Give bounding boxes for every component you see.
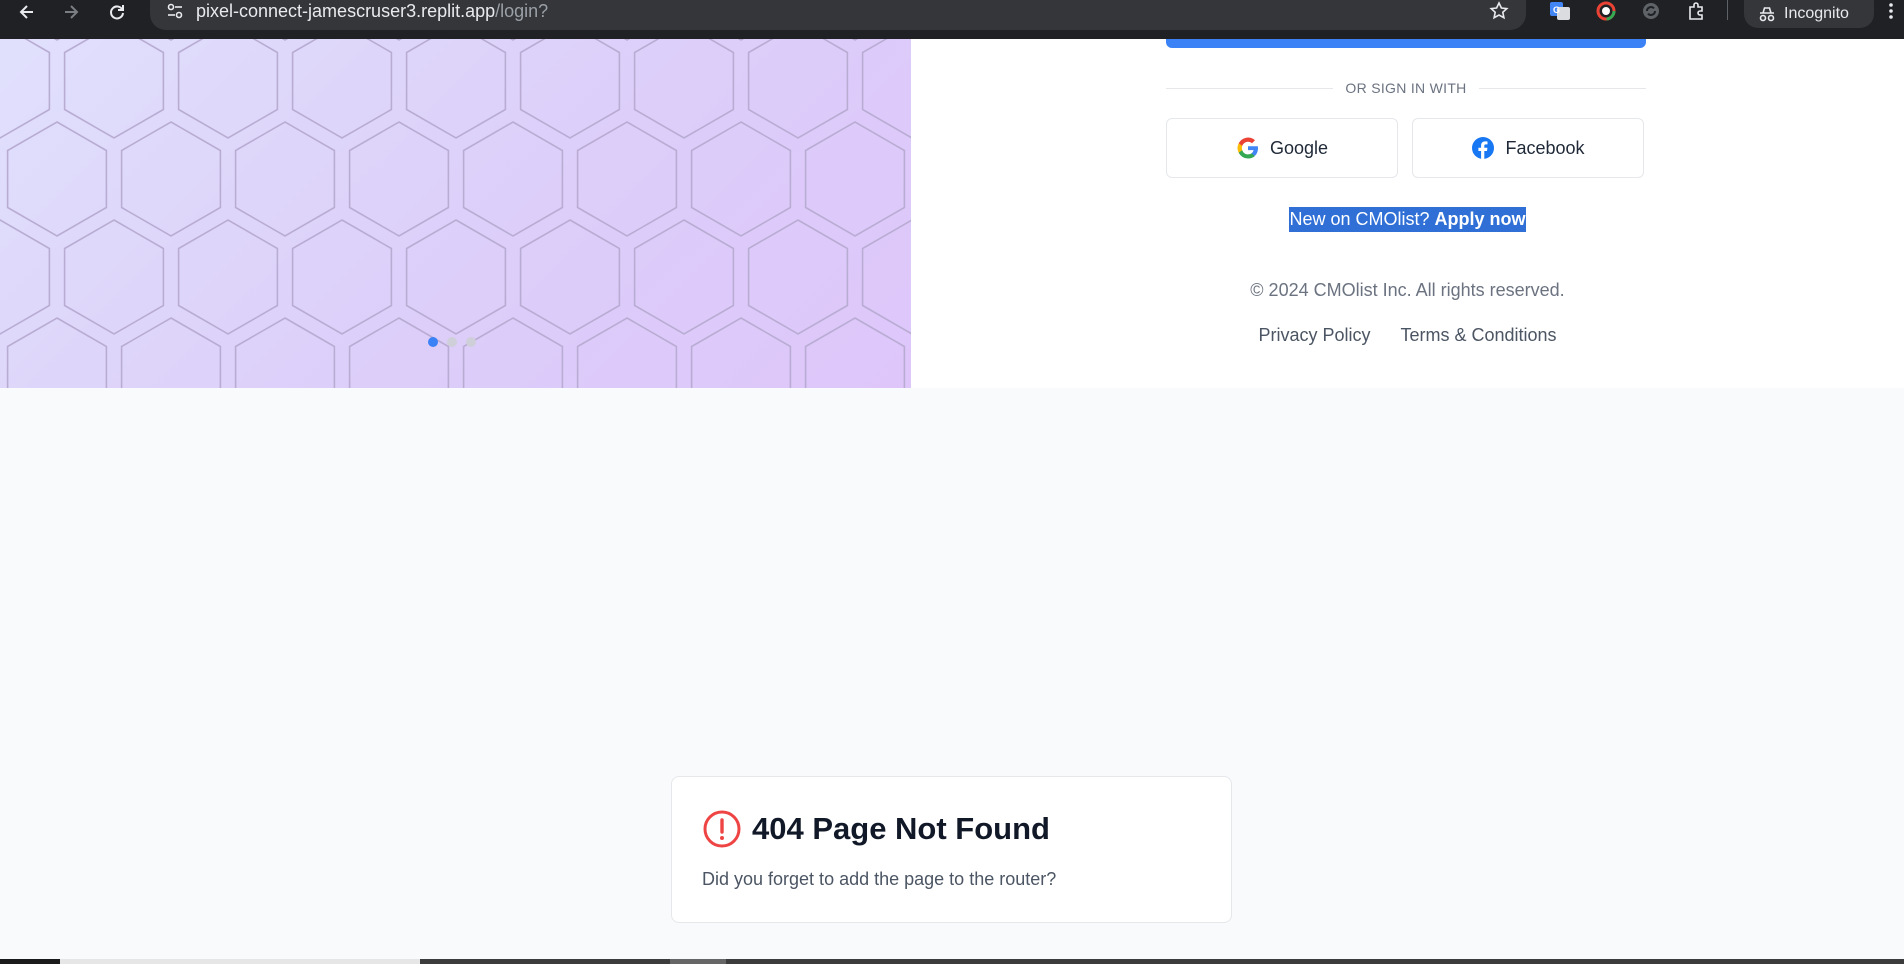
google-icon <box>1237 137 1258 159</box>
hexagon-shape <box>53 39 61 41</box>
incognito-label: Incognito <box>1784 5 1849 22</box>
reload-icon <box>110 5 124 20</box>
hexagon-shape <box>633 219 735 335</box>
terms-conditions-link[interactable]: Terms & Conditions <box>1400 325 1556 346</box>
hexagon-shape <box>576 121 678 237</box>
hexagon-shape <box>0 219 51 335</box>
site-info-icon[interactable] <box>164 0 186 22</box>
hexagon-shape <box>747 39 849 139</box>
hexagon-shape <box>6 317 108 388</box>
new-on-cmolist: New on CMOlist? Apply now <box>911 207 1904 232</box>
carousel-dots <box>428 337 476 347</box>
browser-toolbar: pixel-connect-jamescruser3.replit.app/lo… <box>0 0 1904 39</box>
sign-in-button[interactable] <box>1166 39 1646 48</box>
bookmark-star-icon[interactable] <box>1488 0 1510 22</box>
hexagon-shape <box>348 317 450 388</box>
hexagon-shape <box>509 39 517 41</box>
forward-button[interactable] <box>56 0 86 24</box>
reload-button[interactable] <box>102 0 132 24</box>
hexagon-shape <box>167 39 175 41</box>
hexagon-shape <box>120 121 222 237</box>
hexagon-shape <box>6 121 108 237</box>
hexagon-shape <box>737 39 745 41</box>
hexagon-shape <box>395 39 403 41</box>
hexagon-shape <box>690 121 792 237</box>
hero-illustration <box>0 39 911 388</box>
hexagon-shape <box>120 317 222 388</box>
hexagon-shape <box>623 39 631 41</box>
hexagon-shape <box>462 317 564 388</box>
url-host: pixel-connect-jamescruser3.replit.app <box>196 1 496 21</box>
hexagon-shape <box>177 39 279 139</box>
hexagon-shape <box>0 39 51 139</box>
or-sign-in-divider: OR SIGN IN WITH <box>1166 79 1647 97</box>
hexagon-shape <box>291 39 393 139</box>
browser-menu-icon[interactable] <box>1884 0 1898 22</box>
hexagon-shape <box>861 39 911 139</box>
svg-text:G: G <box>1553 5 1560 15</box>
hexagon-shape <box>576 317 678 388</box>
hexagon-shape <box>234 121 336 237</box>
hexagon-shape <box>63 39 165 139</box>
google-sign-in-button[interactable]: Google <box>1166 118 1398 178</box>
hexagon-shape <box>690 317 792 388</box>
color-extension-icon[interactable] <box>1593 0 1619 22</box>
apply-now-link[interactable]: Apply now <box>1435 209 1526 229</box>
taskbar-strip <box>0 959 1904 964</box>
hexagon-pattern <box>0 39 911 388</box>
footer-links: Privacy Policy Terms & Conditions <box>911 325 1904 346</box>
not-found-message: Did you forget to add the page to the ro… <box>702 869 1057 889</box>
hexagon-shape <box>851 39 859 41</box>
hexagon-shape <box>633 39 735 139</box>
hexagon-shape <box>519 39 621 139</box>
translate-extension-icon[interactable]: G <box>1547 0 1573 22</box>
carousel-dot[interactable] <box>428 337 438 347</box>
hexagon-shape <box>348 121 450 237</box>
not-found-card: 404 Page Not Found Did you forget to add… <box>671 776 1232 923</box>
login-panel: OR SIGN IN WITH Google Facebook New on C… <box>911 39 1904 388</box>
incognito-badge[interactable]: Incognito <box>1744 0 1874 28</box>
hexagon-shape <box>63 219 165 335</box>
hexagon-shape <box>281 39 289 41</box>
facebook-sign-in-button[interactable]: Facebook <box>1412 118 1644 178</box>
privacy-policy-link[interactable]: Privacy Policy <box>1258 325 1370 346</box>
hexagon-shape <box>234 317 336 388</box>
hexagon-shape <box>291 219 393 335</box>
arrow-right-icon <box>65 5 79 19</box>
toolbar-separator <box>1727 0 1728 20</box>
address-bar[interactable]: pixel-connect-jamescruser3.replit.app/lo… <box>150 0 1526 30</box>
hexagon-shape <box>861 219 911 335</box>
hexagon-shape <box>405 39 507 139</box>
facebook-icon <box>1472 137 1495 159</box>
google-label: Google <box>1269 137 1329 158</box>
carousel-dot[interactable] <box>447 337 457 347</box>
arrow-left-icon <box>19 5 33 19</box>
new-on-text: New on CMOlist? <box>1289 209 1430 229</box>
sync-extension-icon[interactable] <box>1638 0 1664 22</box>
url-path: /login? <box>495 1 549 21</box>
hexagon-shape <box>462 121 564 237</box>
divider-line <box>1166 87 1334 89</box>
not-found-title: 404 Page Not Found <box>752 811 1050 846</box>
hexagon-shape <box>177 219 279 335</box>
back-button[interactable] <box>12 0 42 24</box>
incognito-icon <box>1759 7 1775 22</box>
extensions-puzzle-icon[interactable] <box>1683 0 1709 22</box>
divider-text: OR SIGN IN WITH <box>1345 80 1467 96</box>
url-text[interactable]: pixel-connect-jamescruser3.replit.app/lo… <box>196 0 548 22</box>
hexagon-shape <box>804 317 906 388</box>
hexagon-shape <box>747 219 849 335</box>
hexagon-shape <box>405 219 507 335</box>
copyright-text: © 2024 CMOlist Inc. All rights reserved. <box>1250 280 1565 300</box>
hexagon-shape <box>519 219 621 335</box>
carousel-dot[interactable] <box>466 337 476 347</box>
alert-circle-icon <box>703 810 741 848</box>
hexagon-shape <box>804 121 906 237</box>
divider-line <box>1478 87 1647 89</box>
facebook-label: Facebook <box>1505 137 1585 158</box>
not-found-header: 404 Page Not Found <box>702 809 1050 849</box>
